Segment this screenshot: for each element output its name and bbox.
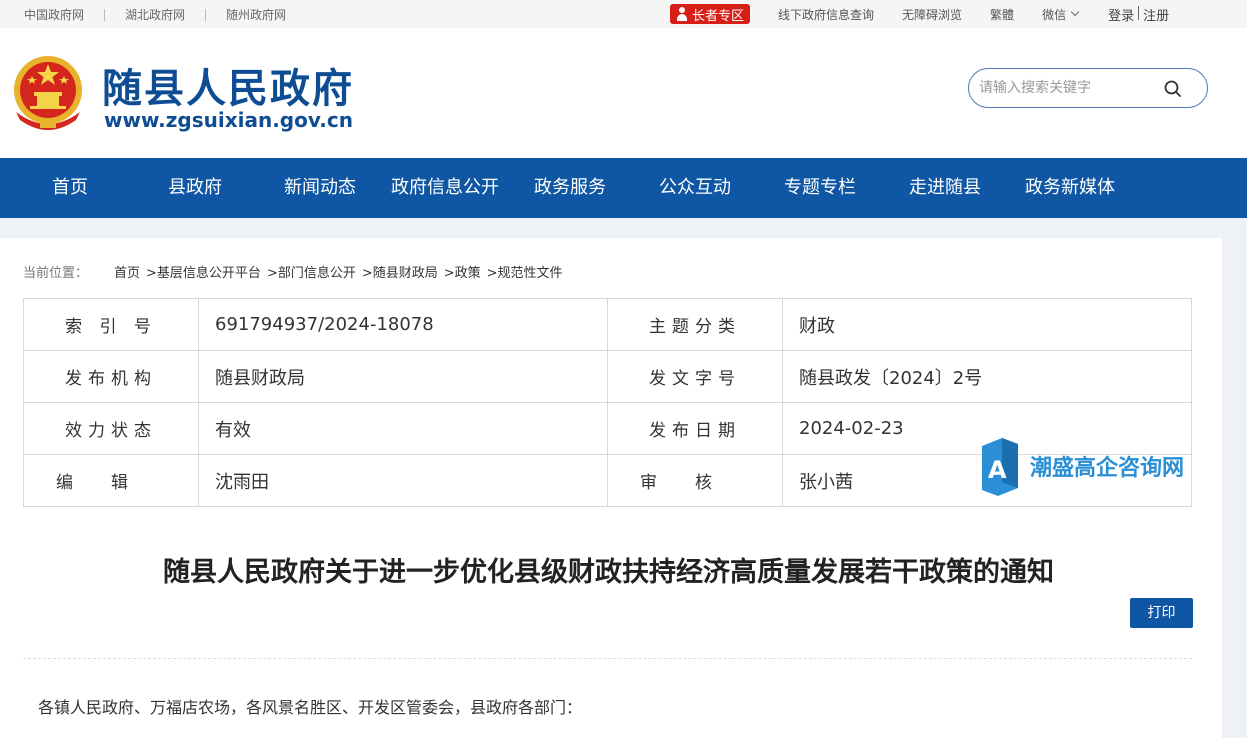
meta-label: 发布机构 — [23, 350, 199, 403]
nav-item-public-interaction[interactable]: 公众互动 — [635, 158, 755, 218]
link-hubei-gov[interactable]: 湖北政府网 — [125, 6, 185, 23]
nav-item-info-disclosure[interactable]: 政府信息公开 — [385, 158, 505, 218]
breadcrumb-item-grassroots[interactable]: >基层信息公开平台 — [146, 262, 261, 281]
meta-value: 沈雨田 — [198, 454, 608, 507]
meta-label: 发布日期 — [607, 402, 783, 455]
main-nav: 首页 县政府 新闻动态 政府信息公开 政务服务 公众互动 专题专栏 走进随县 政… — [0, 158, 1247, 218]
document-salutation: 各镇人民政府、万福店农场，各风景名胜区、开发区管委会，县政府各部门： — [38, 698, 583, 717]
site-url: www.zgsuixian.gov.cn — [104, 108, 353, 132]
nav-item-gov-services[interactable]: 政务服务 — [510, 158, 630, 218]
watermark-logo-icon: A — [982, 438, 1018, 496]
elder-zone-button[interactable]: 长者专区 — [670, 4, 751, 24]
top-actions: 长者专区 线下政府信息查询 无障碍浏览 繁體 微信 登录 注册 — [670, 4, 1169, 24]
meta-label: 发文字号 — [607, 350, 783, 403]
link-suizhou-gov[interactable]: 随州政府网 — [226, 6, 286, 23]
login-link[interactable]: 登录 — [1108, 9, 1134, 24]
meta-label: 审核 — [607, 454, 783, 507]
meta-value: 691794937/2024-18078 — [198, 298, 608, 351]
nav-item-news[interactable]: 新闻动态 — [260, 158, 380, 218]
divider — [1138, 5, 1140, 20]
meta-value: 财政 — [782, 298, 1192, 351]
traditional-chinese-link[interactable]: 繁體 — [990, 6, 1014, 23]
divider — [104, 8, 106, 21]
national-emblem-icon[interactable] — [10, 54, 86, 134]
chevron-down-icon — [1070, 7, 1080, 17]
meta-value: 随县政发〔2024〕2号 — [782, 350, 1192, 403]
breadcrumb-item-home[interactable]: 首页 — [114, 262, 140, 281]
meta-label: 效力状态 — [23, 402, 199, 455]
watermark-text: 潮盛高企咨询网 — [1030, 455, 1185, 481]
meta-label: 编辑 — [23, 454, 199, 507]
breadcrumb-item-normative-docs[interactable]: >规范性文件 — [487, 262, 563, 281]
nav-item-new-media[interactable]: 政务新媒体 — [1010, 158, 1130, 218]
meta-value: 有效 — [198, 402, 608, 455]
site-title[interactable]: 随县人民政府 — [102, 56, 354, 114]
meta-label: 主题分类 — [607, 298, 783, 351]
nav-item-about-suixian[interactable]: 走进随县 — [885, 158, 1005, 218]
auth-links: 登录 注册 — [1108, 5, 1169, 24]
divider — [205, 8, 207, 21]
meta-value: 随县财政局 — [198, 350, 608, 403]
breadcrumb-lead: 当前位置： — [23, 266, 89, 281]
link-china-gov[interactable]: 中国政府网 — [24, 6, 84, 23]
breadcrumb-item-policy[interactable]: >政策 — [444, 262, 481, 281]
meta-label: 索 引 号 — [23, 298, 199, 351]
search-input[interactable] — [979, 78, 1159, 98]
top-utility-bar: 中国政府网 湖北政府网 随州政府网 长者专区 线下政府信息查询 无障碍浏览 繁體… — [0, 0, 1247, 28]
register-link[interactable]: 注册 — [1143, 9, 1169, 24]
breadcrumb-item-department[interactable]: >部门信息公开 — [267, 262, 356, 281]
divider — [23, 658, 1192, 659]
watermark-logo-letter: A — [988, 456, 1007, 484]
table-row: 索 引 号 691794937/2024-18078 主题分类 财政 — [23, 298, 1192, 351]
elder-zone-label: 长者专区 — [692, 8, 745, 24]
watermark: A 潮盛高企咨询网 — [978, 438, 1208, 498]
print-button[interactable]: 打印 — [1130, 598, 1193, 628]
breadcrumb-item-finance-bureau[interactable]: >随县财政局 — [362, 262, 438, 281]
search-icon[interactable] — [1163, 79, 1183, 99]
person-icon — [676, 7, 688, 21]
nav-item-home[interactable]: 首页 — [10, 158, 130, 218]
accessibility-link[interactable]: 无障碍浏览 — [902, 6, 962, 23]
wechat-label: 微信 — [1042, 7, 1067, 22]
nav-item-county-gov[interactable]: 县政府 — [135, 158, 255, 218]
document-title: 随县人民政府关于进一步优化县级财政扶持经济高质量发展若干政策的通知 — [163, 557, 1054, 588]
table-row: 发布机构 随县财政局 发文字号 随县政发〔2024〕2号 — [23, 350, 1192, 403]
search-box — [968, 68, 1208, 108]
site-header: 随县人民政府 www.zgsuixian.gov.cn — [0, 28, 1247, 158]
breadcrumb: 当前位置： 首页 >基层信息公开平台 >部门信息公开 >随县财政局 >政策 >规… — [23, 262, 569, 281]
top-links: 中国政府网 湖北政府网 随州政府网 — [24, 6, 286, 23]
wechat-dropdown[interactable]: 微信 — [1042, 6, 1080, 23]
offline-query-link[interactable]: 线下政府信息查询 — [778, 6, 874, 23]
nav-item-special-topics[interactable]: 专题专栏 — [760, 158, 880, 218]
